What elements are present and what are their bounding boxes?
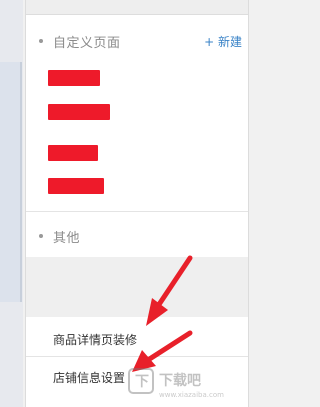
bullet-icon [39, 234, 43, 238]
bullet-icon [39, 39, 43, 43]
svg-text:下: 下 [135, 374, 149, 390]
top-band [26, 0, 248, 15]
custom-page-item-4[interactable] [48, 178, 104, 194]
section-divider [26, 211, 248, 212]
watermark-logo: 下 下载吧 www.xiazaiba.com [128, 368, 224, 399]
watermark-brand: 下载吧 [159, 372, 201, 389]
custom-pages-title: 自定义页面 [53, 36, 121, 51]
new-page-button[interactable]: + 新建 [204, 33, 242, 50]
menu-item-product-detail[interactable]: 商品详情页装修 [26, 326, 248, 354]
left-edge-strip [0, 0, 23, 407]
other-header: 其他 [26, 225, 248, 247]
left-edge-highlight [0, 62, 22, 302]
menu-item-label: 商品详情页装修 [53, 333, 138, 347]
menu-divider [26, 356, 248, 357]
other-title: 其他 [53, 231, 81, 246]
custom-pages-header: 自定义页面 + 新建 [26, 30, 248, 52]
side-panel: 自定义页面 + 新建 其他 商品详情页装修 店铺信息设置 [25, 0, 249, 407]
custom-page-item-2[interactable] [48, 104, 110, 120]
custom-page-item-3[interactable] [48, 145, 98, 161]
custom-page-item-1[interactable] [48, 70, 100, 86]
watermark-url: www.xiazaiba.com [159, 391, 224, 399]
grey-band [26, 257, 248, 317]
menu-item-label: 店铺信息设置 [53, 371, 126, 385]
